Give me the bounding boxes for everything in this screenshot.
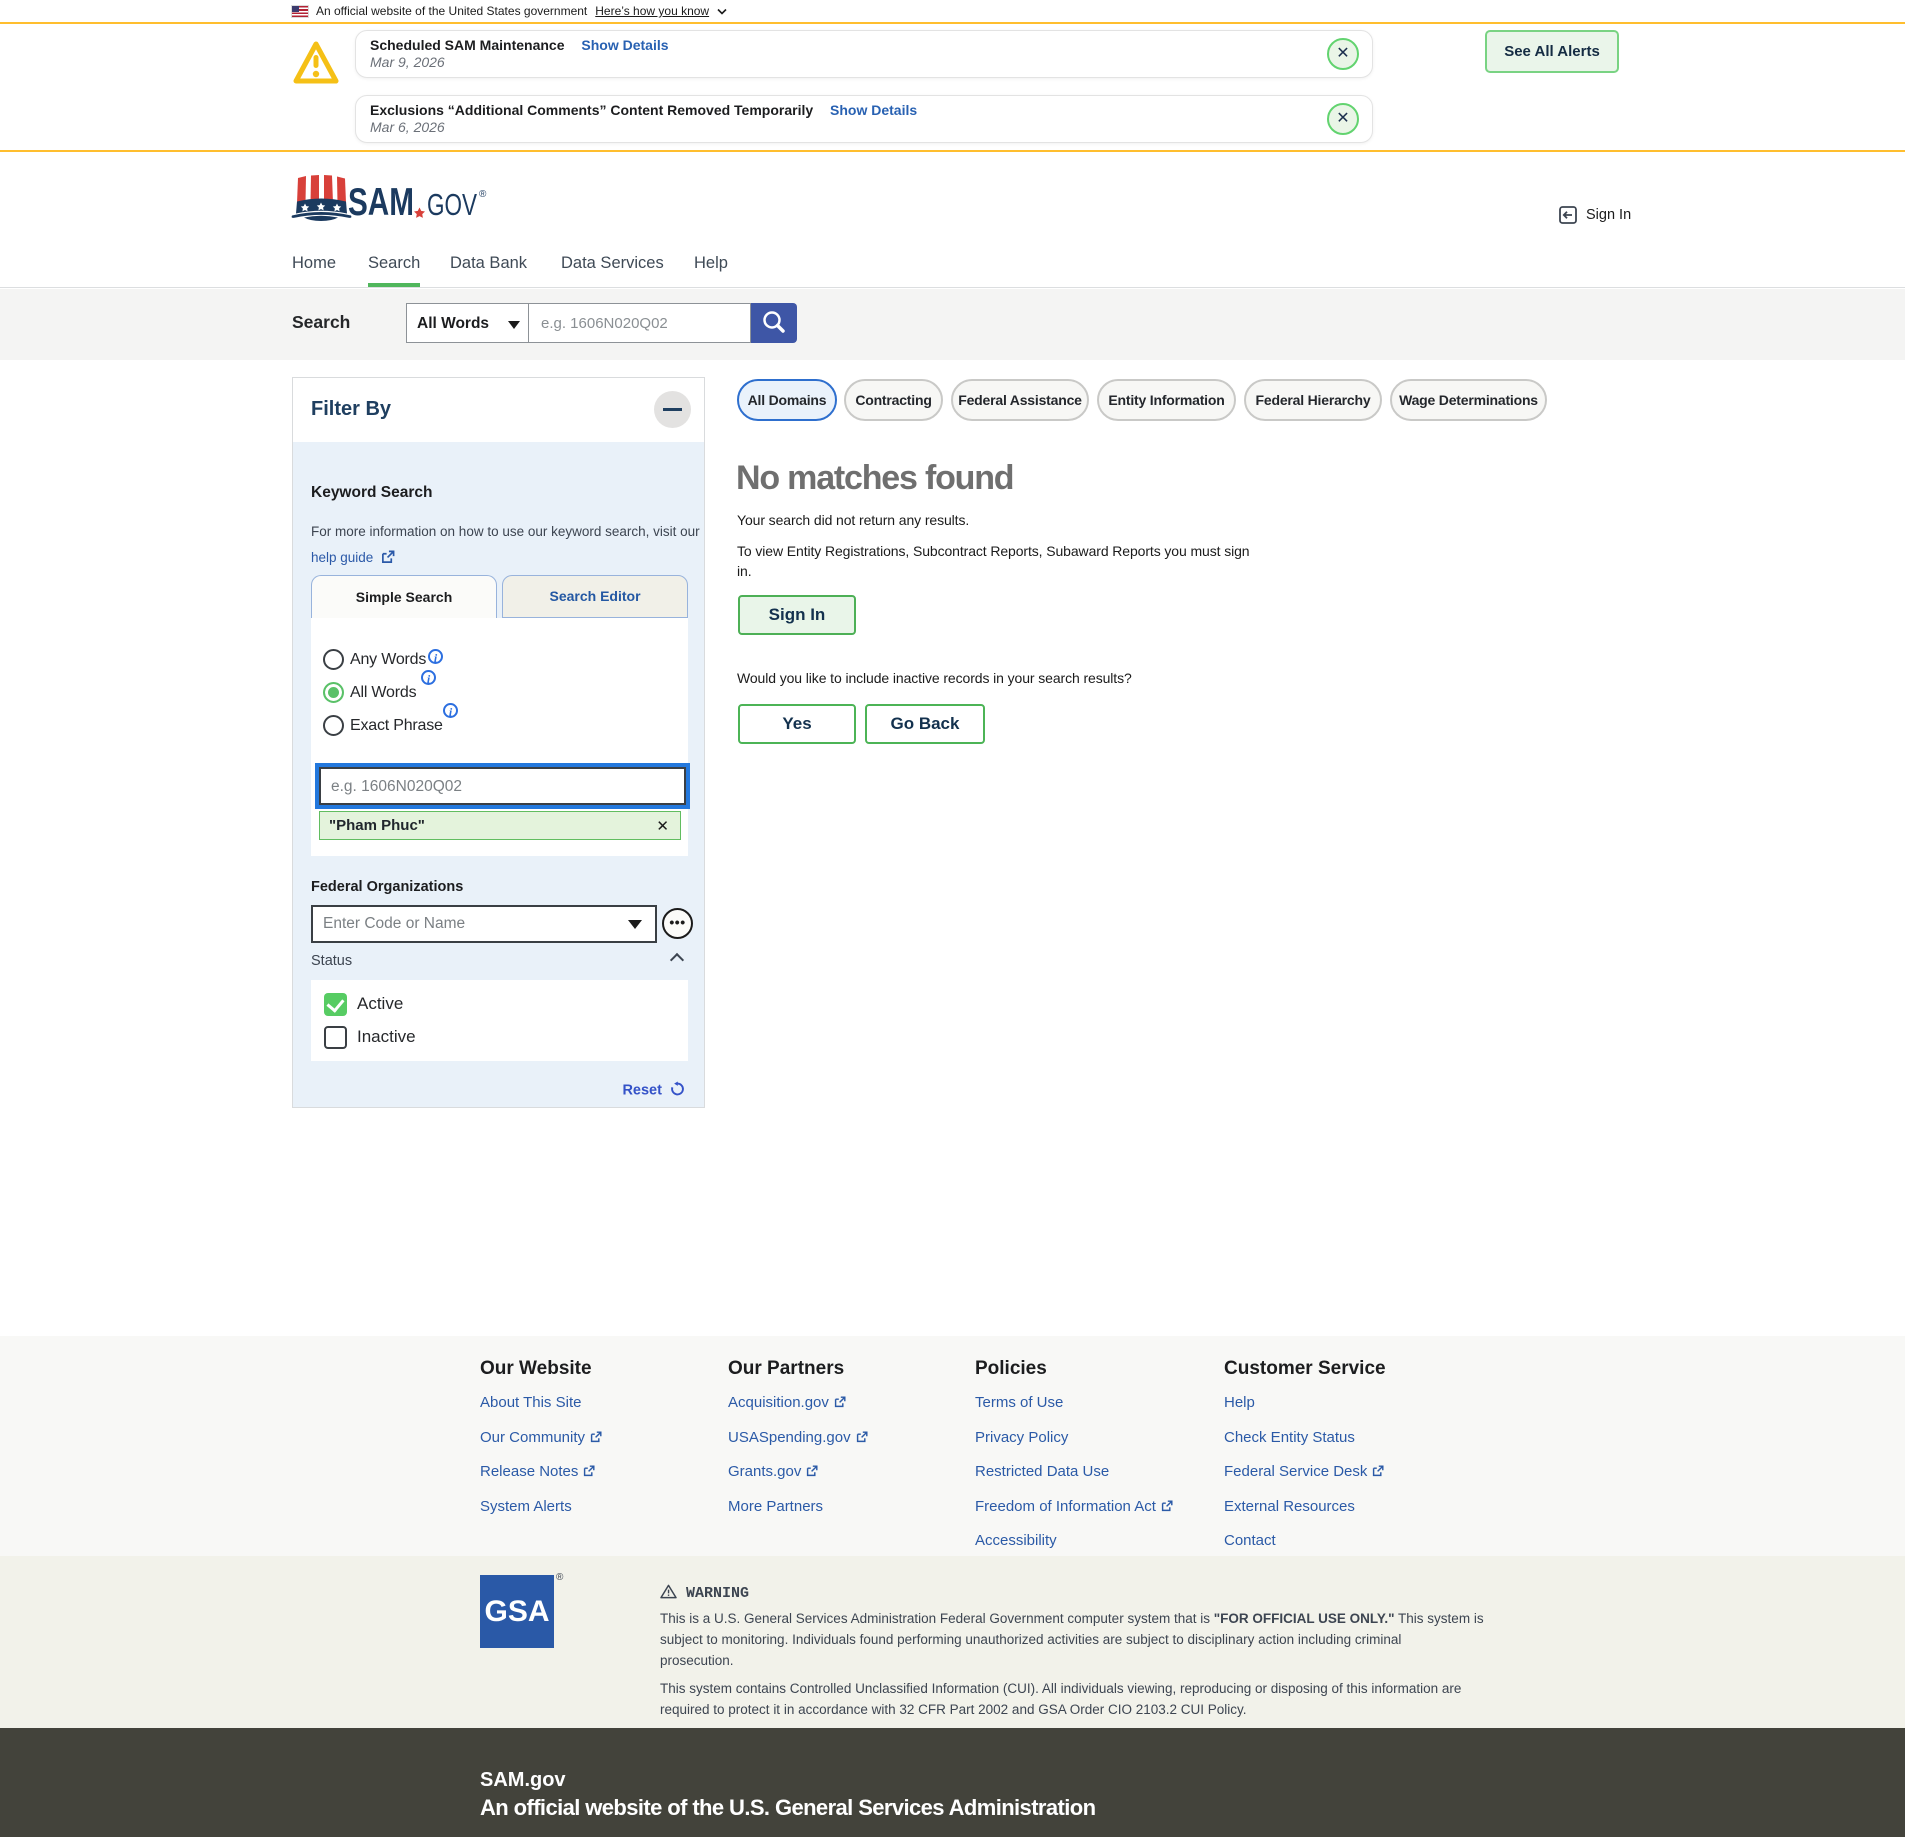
svg-text:GOV: GOV bbox=[427, 187, 477, 222]
svg-text:®: ® bbox=[479, 189, 487, 200]
svg-text:SAM: SAM bbox=[348, 181, 414, 222]
